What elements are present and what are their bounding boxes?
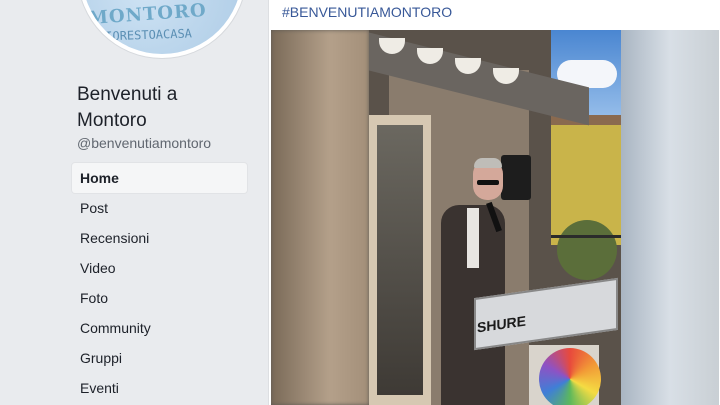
nav-item-home[interactable]: Home: [72, 163, 247, 193]
balcony-rail: [551, 235, 621, 238]
balcony-door-glass: [377, 125, 423, 395]
logo-hashtag: #IORESTOACASA: [97, 26, 193, 44]
page-username[interactable]: @benvenutiamontoro: [77, 135, 211, 151]
left-sidebar: MONTORO #IORESTOACASA Benvenuti a Montor…: [0, 0, 258, 405]
post-hashtag-link[interactable]: #BENVENUTIAMONTORO: [282, 4, 452, 20]
video-frame: SHURE: [369, 30, 621, 405]
rainbow-drawing: [539, 348, 601, 405]
video-blur-left: [271, 30, 369, 405]
logo-text: MONTORO: [87, 0, 208, 30]
page-title[interactable]: Benvenuti a Montoro: [77, 82, 247, 134]
man-hair: [474, 158, 502, 168]
post-video[interactable]: SHURE: [271, 30, 719, 405]
nav-item-foto[interactable]: Foto: [72, 283, 247, 313]
video-blur-right: [621, 30, 719, 405]
nav-item-post[interactable]: Post: [72, 193, 247, 223]
nav-item-video[interactable]: Video: [72, 253, 247, 283]
profile-picture-artwork: MONTORO #IORESTOACASA: [82, 0, 242, 54]
sunglasses: [477, 180, 499, 185]
nav-item-eventi[interactable]: Eventi: [72, 373, 247, 403]
page-profile-picture[interactable]: MONTORO #IORESTOACASA: [78, 0, 246, 58]
nav-item-community[interactable]: Community: [72, 313, 247, 343]
nav-item-gruppi[interactable]: Gruppi: [72, 343, 247, 373]
man-shirt: [467, 208, 479, 268]
nav-item-recensioni[interactable]: Recensioni: [72, 223, 247, 253]
page-navigation: Home Post Recensioni Video Foto Communit…: [72, 163, 247, 403]
bush: [557, 220, 617, 280]
post-card: #BENVENUTIAMONTORO SHURE: [268, 0, 720, 405]
speaker: [501, 155, 531, 200]
